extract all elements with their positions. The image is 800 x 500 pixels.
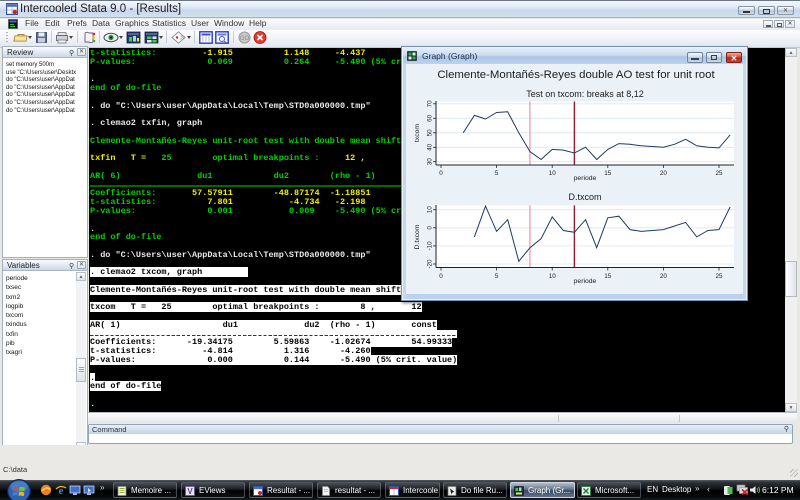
svg-text:10: 10 <box>549 170 557 177</box>
svg-text:D.txcom: D.txcom <box>414 224 421 249</box>
svg-text:Clemente-Montañés-Reyes double: Clemente-Montañés-Reyes double AO test f… <box>437 69 715 81</box>
svg-text:60: 60 <box>427 114 434 122</box>
svg-text:20: 20 <box>660 170 668 177</box>
svg-text:periode: periode <box>574 175 597 182</box>
svg-text:20: 20 <box>660 273 668 280</box>
svg-text:txcom: txcom <box>414 124 421 142</box>
svg-text:15: 15 <box>604 273 612 280</box>
svg-text:0: 0 <box>427 226 434 230</box>
svg-text:-10: -10 <box>427 241 434 251</box>
svg-text:40: 40 <box>427 143 434 151</box>
svg-text:5: 5 <box>495 273 499 280</box>
svg-text:15: 15 <box>604 170 612 177</box>
svg-text:periode: periode <box>574 278 597 285</box>
svg-text:5: 5 <box>495 170 499 177</box>
svg-text:Test on txcom: breaks at 8,12: Test on txcom: breaks at 8,12 <box>526 89 644 99</box>
svg-text:25: 25 <box>715 170 723 177</box>
svg-text:-20: -20 <box>427 259 434 269</box>
svg-text:70: 70 <box>427 100 434 108</box>
svg-text:0: 0 <box>439 170 443 177</box>
svg-text:50: 50 <box>427 129 434 137</box>
svg-text:GO: GO <box>240 36 250 42</box>
svg-text:V: V <box>187 487 193 496</box>
svg-text:30: 30 <box>427 158 434 166</box>
svg-text:10: 10 <box>549 273 557 280</box>
svg-text:0: 0 <box>439 273 443 280</box>
svg-text:10: 10 <box>427 206 434 214</box>
svg-text:25: 25 <box>715 273 723 280</box>
svg-text:D.txcom: D.txcom <box>568 192 601 202</box>
